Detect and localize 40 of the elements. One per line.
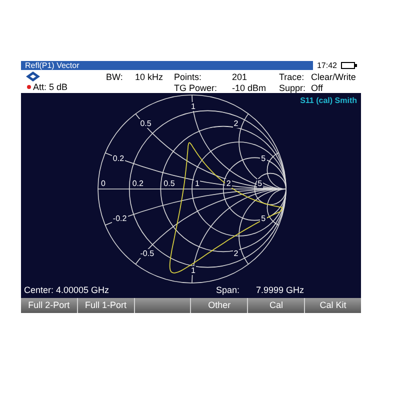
center-frequency: Center: 4.00005 GHz [24, 284, 110, 296]
reactance-label: 5 [260, 154, 267, 164]
trace-label: S11 (cal) Smith [300, 95, 357, 107]
blank-softkey[interactable] [134, 298, 190, 313]
axis-label: 5 [256, 179, 264, 188]
field-label: BW: [106, 72, 124, 82]
window-title: Refl(P1) Vector [24, 61, 80, 70]
softkey[interactable]: Cal Kit [305, 298, 361, 313]
axis-label: 1 [194, 179, 200, 188]
clock-time: 17:42 [316, 61, 337, 70]
attenuation-value: Att: 5 dB [33, 82, 68, 92]
field-value: Clear/Write [311, 72, 356, 82]
reactance-label: 1 [190, 266, 196, 275]
field-value: Off [311, 83, 324, 93]
axis-label: 0.2 [131, 179, 144, 188]
reactance-label: 1 [190, 102, 196, 112]
reactance-label: 0.5 [139, 119, 152, 128]
field-label: Suppr: [279, 83, 307, 93]
softkey[interactable]: Full 2-Port [21, 298, 77, 313]
field-value: 201 [232, 72, 248, 82]
battery-icon [341, 62, 357, 69]
field-label: Points: [174, 72, 203, 82]
reactance-label: -0.5 [139, 248, 156, 258]
reactance-label: 0.2 [112, 154, 126, 164]
axis-label: 0.5 [162, 179, 176, 188]
reactance-label: -0.2 [112, 214, 128, 223]
span-value: 7.9999 GHz [256, 284, 304, 296]
reactance-label: 5 [260, 214, 267, 223]
softkey[interactable]: Other [191, 298, 248, 313]
reactance-label: 2 [232, 119, 240, 128]
softkey[interactable]: Cal [248, 298, 304, 313]
field-label: Trace: [279, 72, 306, 82]
field-value: 10 kHz [135, 72, 164, 82]
softkey[interactable]: Full 1-Port [78, 298, 134, 313]
field-label: TG Power: [174, 83, 218, 93]
reactance-label: 2 [232, 248, 240, 258]
axis-label: 0 [100, 179, 106, 188]
span-label: Span: [216, 284, 240, 297]
axis-label: 2 [225, 179, 232, 188]
field-value: -10 dBm [232, 83, 268, 93]
